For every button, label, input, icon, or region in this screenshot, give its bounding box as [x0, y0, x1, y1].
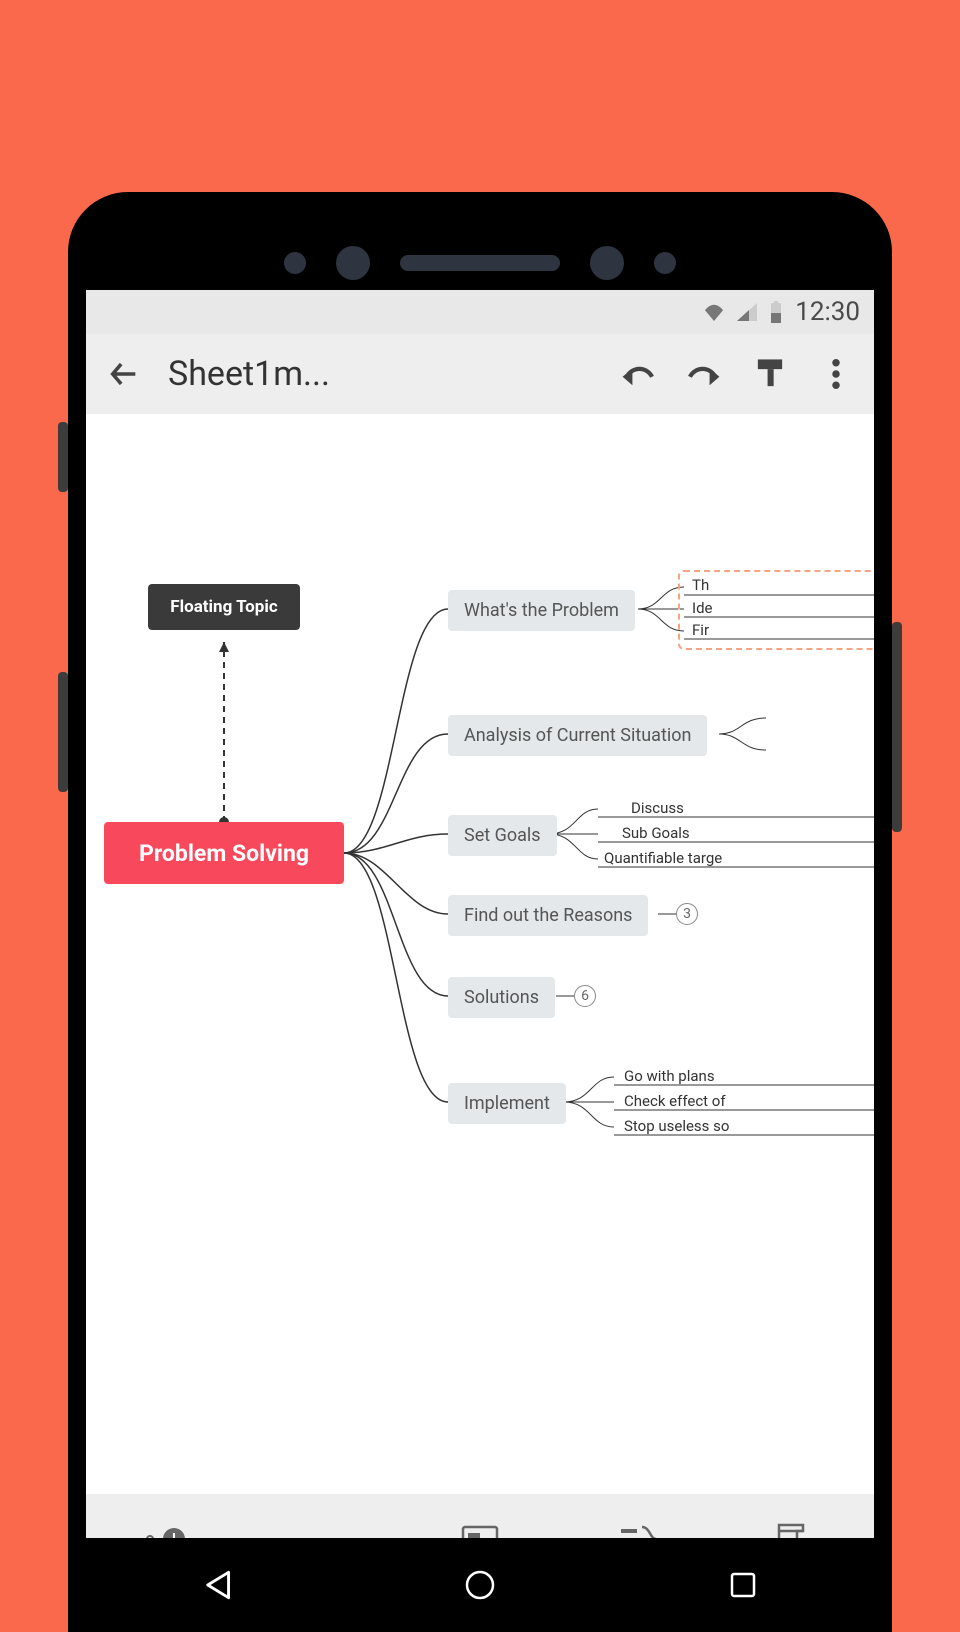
undo-button[interactable]: [608, 344, 668, 404]
child-node-solutions[interactable]: Solutions: [448, 977, 555, 1018]
sub-item[interactable]: Th: [692, 576, 709, 594]
sub-item[interactable]: Go with plans: [624, 1067, 715, 1085]
nav-recent-button[interactable]: [713, 1555, 773, 1615]
floating-topic-node[interactable]: Floating Topic: [148, 584, 300, 630]
app-bar: Sheet1m...: [86, 334, 874, 414]
format-button[interactable]: [740, 344, 800, 404]
sub-item[interactable]: Stop useless so: [624, 1117, 729, 1135]
collapsed-count-badge[interactable]: 6: [574, 985, 596, 1007]
sub-item[interactable]: Fir: [692, 621, 709, 639]
root-node[interactable]: Problem Solving: [104, 822, 344, 884]
status-bar: 12:30: [86, 290, 874, 334]
child-node-find-reasons[interactable]: Find out the Reasons: [448, 895, 648, 936]
document-title: Sheet1m...: [160, 354, 602, 394]
mindmap-canvas[interactable]: Floating Topic Problem Solving What's th…: [86, 414, 874, 1494]
android-nav-bar: [86, 1538, 874, 1632]
child-node-implement[interactable]: Implement: [448, 1083, 566, 1124]
child-node-whats-the-problem[interactable]: What's the Problem: [448, 590, 635, 631]
collapsed-count-badge[interactable]: 3: [676, 903, 698, 925]
battery-icon: [769, 301, 783, 323]
sub-item[interactable]: Quantifiable targe: [604, 849, 722, 867]
sub-item[interactable]: Sub Goals: [622, 824, 690, 842]
wifi-icon: [703, 303, 725, 321]
status-time: 12:30: [795, 297, 860, 327]
signal-icon: [737, 303, 757, 321]
sub-item[interactable]: Discuss: [631, 799, 684, 817]
redo-button[interactable]: [674, 344, 734, 404]
sub-item[interactable]: Check effect of: [624, 1092, 726, 1110]
child-node-set-goals[interactable]: Set Goals: [448, 815, 557, 856]
more-button[interactable]: [806, 344, 866, 404]
nav-home-button[interactable]: [450, 1555, 510, 1615]
sub-item[interactable]: Ide: [692, 599, 713, 617]
nav-back-button[interactable]: [187, 1555, 247, 1615]
back-button[interactable]: [94, 344, 154, 404]
child-node-analysis[interactable]: Analysis of Current Situation: [448, 715, 707, 756]
